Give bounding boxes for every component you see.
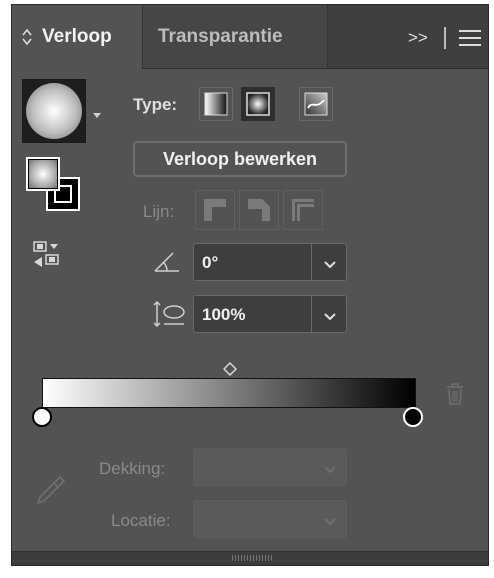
- freeform-gradient-button[interactable]: [299, 87, 333, 121]
- gradient-slider-bar[interactable]: [42, 378, 416, 408]
- location-select[interactable]: [193, 500, 347, 538]
- tab-gradient-label: Verloop: [42, 26, 112, 47]
- angle-value: 0°: [202, 253, 219, 272]
- toolbar-divider: [444, 27, 446, 49]
- panel-overflow-icon[interactable]: >>: [408, 28, 428, 48]
- aspect-ratio-select[interactable]: 100%: [193, 295, 347, 333]
- gradient-stop-end[interactable]: [403, 407, 423, 427]
- location-label: Locatie:: [111, 511, 171, 530]
- opacity-select[interactable]: [193, 448, 347, 486]
- aspect-ratio-value: 100%: [202, 305, 246, 324]
- type-label: Type:: [133, 95, 178, 114]
- opacity-label: Dekking:: [99, 459, 166, 478]
- gradient-stop-start[interactable]: [32, 407, 52, 427]
- stroke-within-button[interactable]: [195, 190, 235, 230]
- stroke-along-button[interactable]: [239, 190, 279, 230]
- stroke-label: Lijn:: [143, 202, 175, 221]
- angle-select[interactable]: 0°: [193, 243, 347, 281]
- tab-gradient[interactable]: Verloop: [12, 5, 142, 69]
- stroke-across-button[interactable]: [283, 190, 323, 230]
- gradient-preview-thumbnail[interactable]: [22, 79, 86, 143]
- gradient-preview-circle: [26, 83, 82, 139]
- edit-gradient-button[interactable]: Verloop bewerken: [133, 141, 347, 177]
- aspect-ratio-icon: [152, 300, 186, 333]
- freeform-gradient-icon: [304, 92, 328, 116]
- tab-bar: Verloop Transparantie >>: [12, 5, 488, 69]
- chevron-down-icon[interactable]: [323, 309, 337, 327]
- angle-split: [311, 244, 312, 280]
- delete-stop-icon[interactable]: [445, 382, 465, 411]
- linear-gradient-icon: [204, 92, 228, 116]
- gradient-panel: Verloop Transparantie >> Type: Verloop b…: [11, 4, 489, 566]
- fill-swatch-gradient: [29, 160, 57, 188]
- stroke-within-icon: [204, 199, 226, 221]
- radial-gradient-icon: [246, 92, 270, 116]
- tab-transparency[interactable]: Transparantie: [142, 5, 328, 68]
- fill-swatch[interactable]: [26, 157, 60, 191]
- linear-gradient-button[interactable]: [199, 87, 233, 121]
- swap-fill-stroke-icon[interactable]: [32, 240, 64, 273]
- chevron-down-icon[interactable]: [323, 514, 337, 532]
- aspect-ratio-split: [311, 296, 312, 332]
- panel-menu-icon[interactable]: [459, 30, 481, 51]
- tab-transparency-label: Transparantie: [158, 26, 283, 47]
- stroke-across-icon: [292, 199, 314, 221]
- panel-resize-strip[interactable]: [12, 551, 488, 565]
- chevron-down-icon[interactable]: [323, 462, 337, 480]
- angle-icon: [153, 249, 181, 278]
- radial-gradient-button[interactable]: [241, 87, 275, 121]
- resize-grip[interactable]: [232, 555, 272, 561]
- preset-dropdown-icon[interactable]: [92, 107, 102, 125]
- panel-content: Type: Verloop bewerken Lijn: 0° 100% Dek…: [12, 69, 488, 553]
- eyedropper-icon[interactable]: [34, 473, 68, 512]
- stroke-along-icon: [248, 199, 270, 221]
- chevron-down-icon[interactable]: [323, 257, 337, 275]
- updown-arrows-icon[interactable]: [21, 27, 33, 52]
